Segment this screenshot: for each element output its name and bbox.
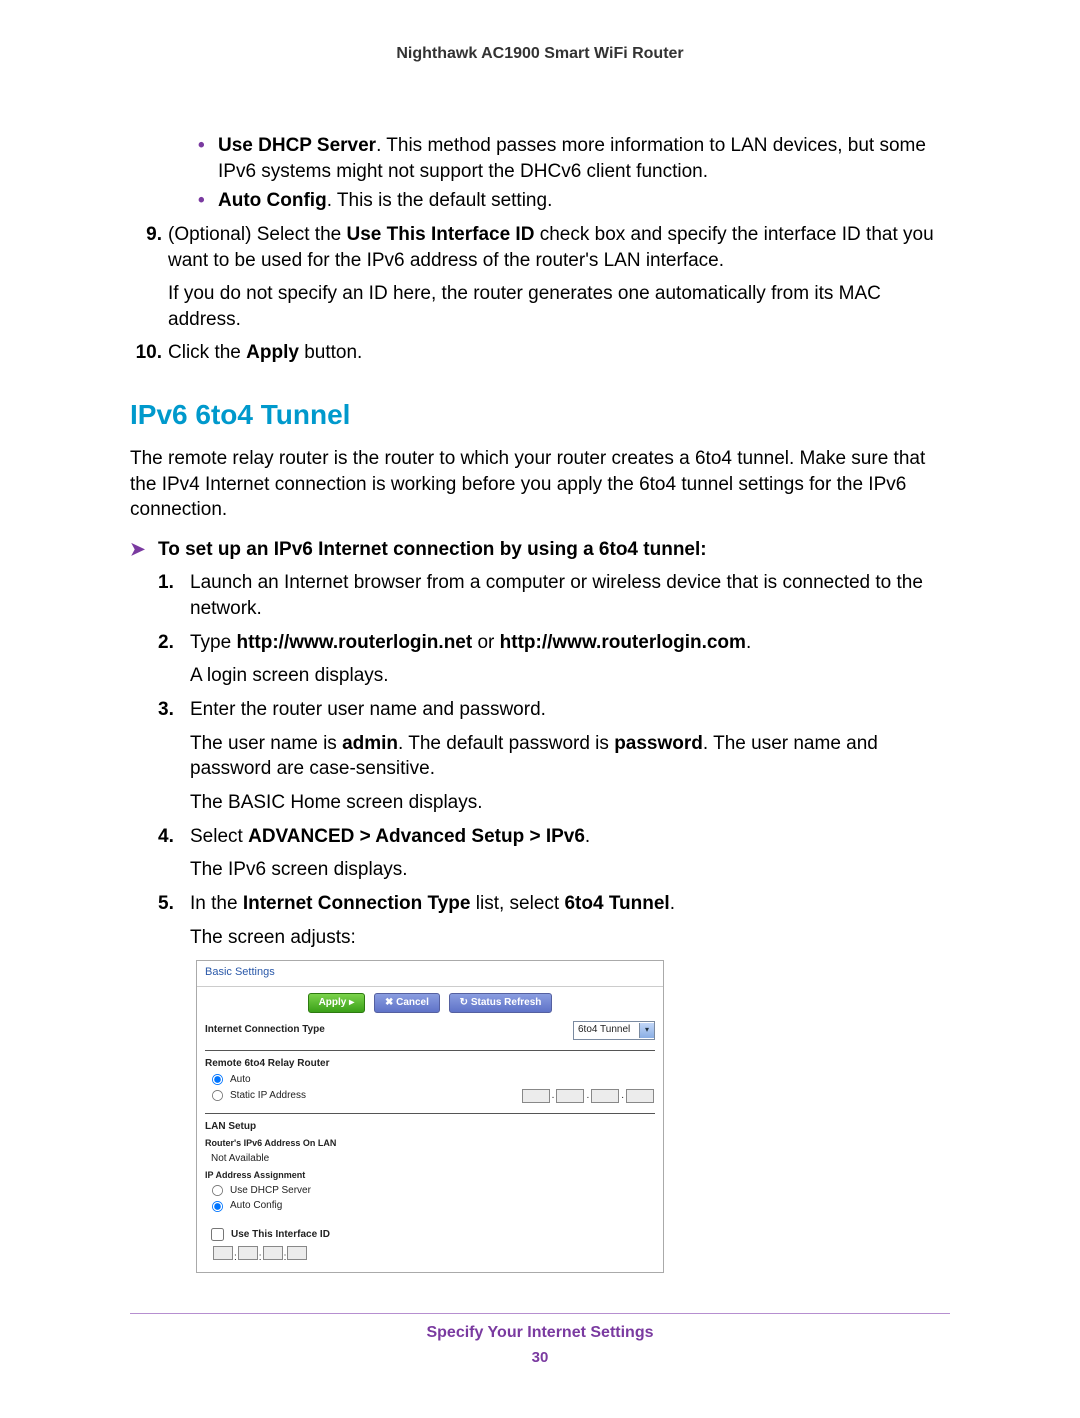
bullet-text: . This is the default setting. <box>327 190 553 211</box>
bullet-use-dhcp: • Use DHCP Server. This method passes mo… <box>158 133 950 184</box>
procedure-title: To set up an IPv6 Internet connection by… <box>158 537 707 563</box>
step-strong: Use This Interface ID <box>346 224 534 245</box>
step-text: A login screen displays. <box>190 663 950 689</box>
proc-step-1: 1. Launch an Internet browser from a com… <box>158 570 950 621</box>
step-text: The BASIC Home screen displays. <box>190 790 950 816</box>
step-text: Click the <box>168 342 246 363</box>
bullet-marker: • <box>158 133 218 184</box>
step-text: Type <box>190 632 236 653</box>
step-text: Launch an Internet browser from a comput… <box>190 570 950 621</box>
step-strong: admin <box>342 733 398 754</box>
footer-page-number: 30 <box>130 1348 950 1368</box>
step-text: or <box>472 632 499 653</box>
step-text: If you do not specify an ID here, the ro… <box>168 281 950 332</box>
relay-auto-label: Auto <box>230 1073 251 1087</box>
step-10: 10. Click the Apply button. <box>130 340 950 366</box>
relay-static-row[interactable]: Static IP Address ... <box>197 1088 663 1109</box>
bullet-strong: Use DHCP Server <box>218 135 376 156</box>
step-text: Select <box>190 826 248 847</box>
assign-dhcp-row[interactable]: Use DHCP Server <box>197 1183 663 1199</box>
proc-step-2: 2. Type http://www.routerlogin.net or ht… <box>158 630 950 689</box>
step-number: 4. <box>158 824 190 883</box>
assign-dhcp-label: Use DHCP Server <box>230 1184 311 1198</box>
step-text: The IPv6 screen displays. <box>190 857 950 883</box>
interface-id-fields[interactable]: ::: <box>197 1246 663 1273</box>
step-strong: http://www.routerlogin.net <box>236 632 472 653</box>
ip-assignment-label: IP Address Assignment <box>197 1167 663 1183</box>
use-interface-id-label: Use This Interface ID <box>231 1228 330 1242</box>
footer-chapter: Specify Your Internet Settings <box>130 1322 950 1344</box>
relay-auto-row[interactable]: Auto <box>197 1072 663 1088</box>
step-text: button. <box>299 342 362 363</box>
step-strong: ADVANCED > Advanced Setup > IPv6 <box>248 826 585 847</box>
proc-step-5: 5. In the Internet Connection Type list,… <box>158 891 950 950</box>
assign-auto-row[interactable]: Auto Config <box>197 1198 663 1221</box>
step-number: 9. <box>130 222 168 333</box>
step-text: Enter the router user name and password. <box>190 697 950 723</box>
bullet-auto-config: • Auto Config. This is the default setti… <box>158 188 950 214</box>
step-9: 9. (Optional) Select the Use This Interf… <box>130 222 950 333</box>
cancel-button[interactable]: ✖ Cancel <box>374 993 440 1013</box>
step-strong: password <box>614 733 703 754</box>
chevron-right-icon: ➤ <box>130 537 158 561</box>
static-ip-fields[interactable]: ... <box>521 1089 655 1103</box>
apply-button[interactable]: Apply ▸ <box>308 993 366 1013</box>
panel-title: Basic Settings <box>197 961 663 987</box>
step-text: . <box>746 632 751 653</box>
conn-type-select[interactable]: 6to4 Tunnel ▾ <box>573 1021 655 1040</box>
step-number: 2. <box>158 630 190 689</box>
assign-dhcp-radio[interactable] <box>212 1185 223 1196</box>
status-refresh-button[interactable]: ↻ Status Refresh <box>449 993 553 1013</box>
step-text: . <box>670 893 675 914</box>
proc-step-4: 4. Select ADVANCED > Advanced Setup > IP… <box>158 824 950 883</box>
step-text: . <box>585 826 590 847</box>
bullet-marker: • <box>158 188 218 214</box>
step-text: The user name is <box>190 733 342 754</box>
lan-setup-heading: LAN Setup <box>197 1118 663 1136</box>
step-strong: Internet Connection Type <box>243 893 471 914</box>
section-heading-ipv6-6to4: IPv6 6to4 Tunnel <box>130 396 950 434</box>
step-text: The screen adjusts: <box>190 925 950 951</box>
relay-static-radio[interactable] <box>212 1090 223 1101</box>
proc-step-3: 3. Enter the router user name and passwo… <box>158 697 950 816</box>
router-ipv6-value: Not Available <box>211 1152 269 1166</box>
conn-type-label: Internet Connection Type <box>205 1023 573 1037</box>
assign-auto-label: Auto Config <box>230 1199 282 1213</box>
step-number: 3. <box>158 697 190 816</box>
conn-type-value: 6to4 Tunnel <box>574 1023 639 1037</box>
step-text: In the <box>190 893 243 914</box>
use-interface-id-checkbox[interactable] <box>211 1228 224 1241</box>
section-intro: The remote relay router is the router to… <box>130 446 950 523</box>
step-strong: 6to4 Tunnel <box>564 893 669 914</box>
footer-divider <box>130 1313 950 1314</box>
step-number: 5. <box>158 891 190 950</box>
step-number: 1. <box>158 570 190 621</box>
assign-auto-radio[interactable] <box>212 1201 223 1212</box>
chevron-down-icon: ▾ <box>639 1023 654 1038</box>
step-number: 10. <box>130 340 168 366</box>
router-ipv6-label: Router's IPv6 Address On LAN <box>197 1135 663 1151</box>
procedure-heading: ➤ To set up an IPv6 Internet connection … <box>130 537 950 563</box>
relay-auto-radio[interactable] <box>212 1074 223 1085</box>
page-header: Nighthawk AC1900 Smart WiFi Router <box>130 45 950 63</box>
document-body: • Use DHCP Server. This method passes mo… <box>130 133 950 1368</box>
step-text: . The default password is <box>398 733 614 754</box>
step-text: (Optional) Select the <box>168 224 346 245</box>
step-text: list, select <box>471 893 565 914</box>
use-interface-id-row[interactable]: Use This Interface ID <box>197 1221 663 1246</box>
relay-static-label: Static IP Address <box>230 1089 306 1103</box>
bullet-strong: Auto Config <box>218 190 327 211</box>
step-strong: Apply <box>246 342 299 363</box>
step-strong: http://www.routerlogin.com <box>500 632 746 653</box>
router-screenshot: Basic Settings Apply ▸ ✖ Cancel ↻ Status… <box>196 960 664 1273</box>
remote-relay-heading: Remote 6to4 Relay Router <box>197 1055 663 1073</box>
